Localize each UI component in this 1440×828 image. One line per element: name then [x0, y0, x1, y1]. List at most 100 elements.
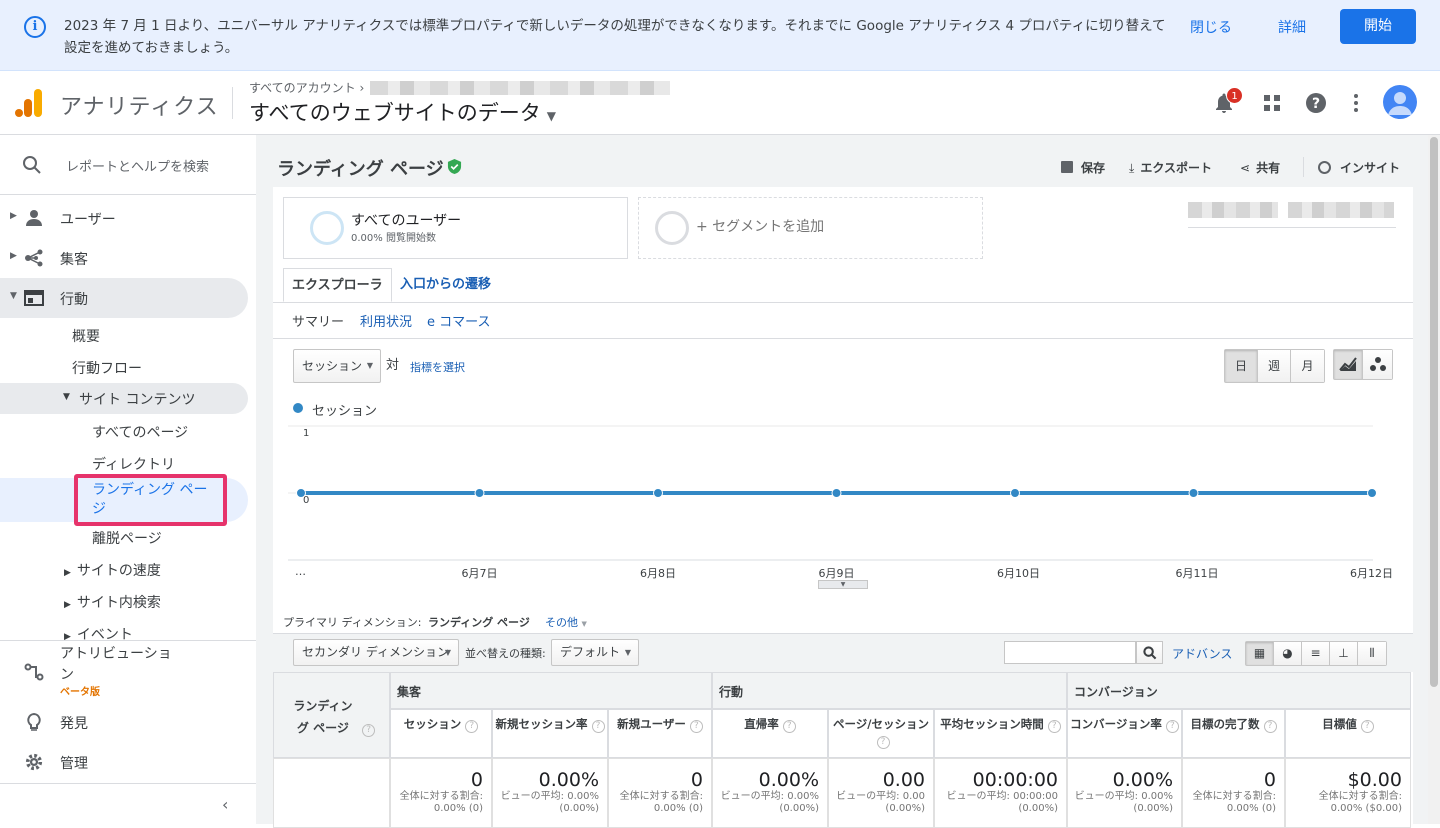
totals-cell: 0 全体に対する割合: 0.00% (0): [1182, 758, 1285, 828]
sidebar-item-behavior[interactable]: ▼ 行動: [0, 278, 248, 318]
avatar[interactable]: [1383, 85, 1417, 119]
scrollbar[interactable]: [1428, 135, 1440, 824]
column-header[interactable]: 目標値?: [1285, 709, 1411, 758]
segment-all-users[interactable]: すべてのユーザー 0.00% 閲覧開始数: [283, 197, 628, 259]
sidebar-item-overview[interactable]: 概要: [72, 326, 100, 346]
metric-dropdown[interactable]: セッション ▼: [293, 349, 381, 383]
secondary-dimension-dropdown[interactable]: セカンダリ ディメンション ▼: [293, 639, 459, 666]
column-header[interactable]: 平均セッション時間?: [934, 709, 1067, 758]
total-subtext: ビューの平均: 00:00:00 (0.00%): [946, 791, 1058, 814]
tab-explorer[interactable]: エクスプローラ: [283, 268, 392, 302]
scrollbar-thumb[interactable]: [1430, 137, 1438, 687]
period-day-button[interactable]: 日: [1225, 350, 1258, 382]
total-subtext: 全体に対する割合: 0.00% (0): [619, 791, 703, 814]
table-search-button[interactable]: [1136, 641, 1163, 664]
totals-cell: 00:00:00 ビューの平均: 00:00:00 (0.00%): [934, 758, 1067, 828]
sidebar-item-exit-pages[interactable]: 離脱ページ: [92, 528, 162, 548]
advanced-filter-link[interactable]: アドバンス: [1172, 645, 1232, 662]
performance-view-button[interactable]: ≡: [1302, 642, 1330, 665]
x-tick-label: 6月12日: [1350, 567, 1393, 580]
line-chart-button[interactable]: [1334, 350, 1363, 379]
date-range-picker[interactable]: [1188, 198, 1396, 228]
breadcrumb[interactable]: すべてのアカウント ›: [249, 79, 364, 96]
column-header[interactable]: セッション?: [390, 709, 492, 758]
table-search-input[interactable]: [1004, 641, 1136, 664]
chevron-down-icon: ▼: [63, 392, 70, 402]
column-header[interactable]: 目標の完了数?: [1182, 709, 1285, 758]
line-chart-icon: [1339, 357, 1357, 371]
save-icon: [1061, 161, 1073, 173]
subtab-summary[interactable]: サマリー: [292, 311, 344, 330]
sidebar-item-site-search[interactable]: ▶ サイト内検索: [64, 592, 161, 612]
collapse-sidebar-icon[interactable]: ‹: [222, 795, 228, 814]
sidebar-item-directory[interactable]: ディレクトリ: [92, 454, 175, 474]
x-tick-label: 6月8日: [640, 567, 676, 580]
property-selector[interactable]: すべてのウェブサイトのデータ ▼: [249, 97, 556, 127]
sidebar-item-all-pages[interactable]: すべてのページ: [92, 422, 188, 442]
sidebar-item-site-contents[interactable]: ▼ サイト コンテンツ: [0, 383, 248, 414]
pie-chart-icon: ◕: [1282, 646, 1293, 660]
details-link[interactable]: 詳細: [1278, 17, 1306, 37]
apps-grid-icon[interactable]: [1260, 91, 1284, 115]
period-week-button[interactable]: 週: [1258, 350, 1291, 382]
data-point[interactable]: [1010, 488, 1020, 498]
save-button[interactable]: 保存: [1061, 159, 1105, 176]
data-point[interactable]: [1188, 488, 1199, 498]
search-icon: [23, 156, 41, 174]
motion-chart-button[interactable]: [1363, 350, 1392, 379]
pivot-view-button[interactable]: ⦀: [1358, 642, 1386, 665]
data-point[interactable]: [831, 488, 842, 498]
export-button[interactable]: ⤓ エクスポート: [1129, 159, 1212, 176]
start-button[interactable]: 開始: [1340, 9, 1416, 44]
x-tick-label: 6月10日: [997, 567, 1040, 580]
chart-resize-handle[interactable]: ▼: [818, 580, 868, 589]
banner-message: 2023 年 7 月 1 日より、ユニバーサル アナリティクスでは標準プロパティ…: [64, 18, 1166, 56]
column-header[interactable]: コンバージョン率?: [1067, 709, 1182, 758]
sidebar-item-behavior-flow[interactable]: 行動フロー: [72, 358, 142, 378]
subtab-ecommerce[interactable]: e コマース: [427, 311, 490, 330]
gear-icon: [25, 753, 43, 771]
sidebar-item-site-speed[interactable]: ▶ サイトの速度: [64, 560, 161, 580]
share-icon: ⋖: [1240, 161, 1251, 175]
column-header[interactable]: 直帰率?: [712, 709, 828, 758]
add-segment-button[interactable]: + セグメントを追加: [638, 197, 983, 259]
sidebar-item-users[interactable]: ▶ ユーザー: [0, 198, 248, 238]
sidebar-item-admin[interactable]: 管理: [0, 742, 248, 782]
sidebar-search[interactable]: レポートとヘルプを検索: [0, 135, 256, 195]
column-header-landing-page[interactable]: ランディング ページ ?: [273, 672, 390, 758]
total-subtext: ビューの平均: 0.00% (0.00%): [500, 791, 599, 814]
data-point[interactable]: [296, 488, 306, 498]
sidebar-item-discover[interactable]: 発見: [0, 702, 248, 742]
choose-metric-link[interactable]: 指標を選択: [410, 359, 465, 375]
help-icon[interactable]: ?: [1304, 91, 1328, 115]
tabs-divider: [273, 302, 1413, 303]
user-avatar-icon: [1383, 85, 1417, 119]
primary-dimension-value[interactable]: ランディング ページ: [428, 614, 530, 630]
totals-cell: 0.00 ビューの平均: 0.00 (0.00%): [828, 758, 934, 828]
subtab-usage[interactable]: 利用状況: [360, 311, 412, 330]
comparison-view-button[interactable]: ⊥: [1330, 642, 1358, 665]
data-point[interactable]: [1367, 488, 1377, 498]
column-header-label: 新規ユーザー: [617, 717, 686, 731]
share-button[interactable]: ⋖ 共有: [1240, 159, 1280, 176]
column-header[interactable]: ページ/セッション?: [828, 709, 934, 758]
insights-button[interactable]: インサイト: [1318, 159, 1400, 176]
help-icon: ?: [1263, 720, 1277, 733]
pie-view-button[interactable]: ◕: [1274, 642, 1302, 665]
table-view-button[interactable]: ▦: [1246, 642, 1274, 665]
total-value: 0.00%: [538, 769, 599, 791]
column-header[interactable]: 新規ユーザー?: [608, 709, 712, 758]
close-banner-link[interactable]: 閉じる: [1190, 17, 1232, 37]
data-point[interactable]: [474, 488, 485, 498]
data-point[interactable]: [653, 488, 663, 498]
more-vert-icon[interactable]: [1344, 91, 1368, 115]
sidebar-item-attribution[interactable]: アトリビューション ベータ版: [0, 641, 248, 701]
sort-type-label: 並べ替えの種類:: [465, 647, 546, 660]
tab-entrance-paths[interactable]: 入口からの遷移: [400, 268, 491, 302]
column-header[interactable]: 新規セッション率?: [492, 709, 608, 758]
sort-type-dropdown[interactable]: デフォルト ▼: [551, 639, 639, 666]
total-subtext: 全体に対する割合: 0.00% (0): [1192, 791, 1276, 814]
sidebar-item-acquisition[interactable]: ▶ 集客: [0, 238, 248, 278]
other-dimension-link[interactable]: その他 ▼: [545, 614, 587, 630]
period-month-button[interactable]: 月: [1291, 350, 1324, 382]
